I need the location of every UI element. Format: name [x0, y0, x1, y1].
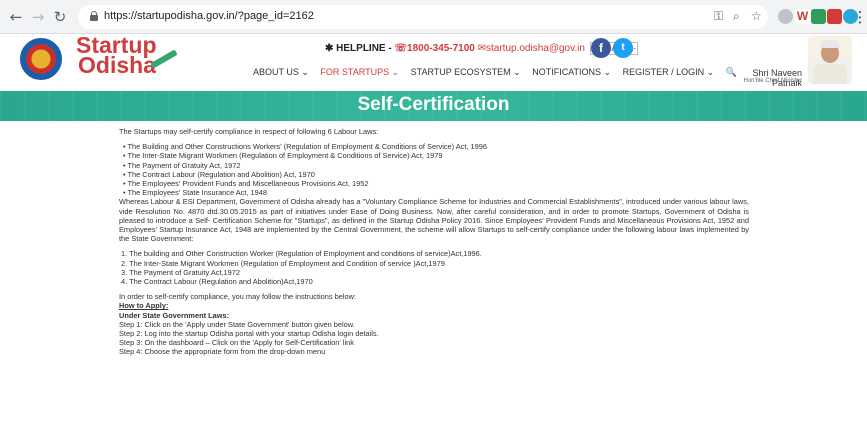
- helpline-label: ✱ HELPLINE -: [325, 43, 392, 54]
- nav-about-us[interactable]: ABOUT US ⌄: [253, 67, 309, 77]
- list-item: 2. The Inter-State Migrant Workmen (Regu…: [121, 258, 445, 268]
- list-item: The Inter-State Migrant Workmen (Regulat…: [123, 151, 749, 160]
- browser-toolbar: ← → ↻ https://startupodisha.gov.in/?page…: [0, 0, 867, 34]
- twitter-icon[interactable]: t: [613, 38, 633, 58]
- step-4: Step 4: Choose the appropriate form from…: [119, 347, 326, 357]
- zoom-icon[interactable]: ⌕: [733, 9, 740, 23]
- cm-photo: [808, 36, 852, 84]
- page-title: Self-Certification: [357, 94, 510, 115]
- bookmark-star-icon[interactable]: ☆: [751, 9, 762, 23]
- extension-green-icon[interactable]: [811, 9, 826, 24]
- extension-icon[interactable]: [778, 9, 793, 24]
- intro-text: The Startups may self-certify compliance…: [119, 127, 379, 136]
- extension-w-icon[interactable]: W: [795, 9, 810, 24]
- list-item: The Employees' State Insurance Act, 1948: [123, 188, 749, 197]
- logo-line2: Odisha: [78, 52, 156, 78]
- list-item: The Employees' Provident Funds and Misce…: [123, 179, 749, 188]
- key-icon[interactable]: ⚿: [714, 9, 723, 23]
- page-banner: Self-Certification: [0, 91, 867, 121]
- address-bar[interactable]: https://startupodisha.gov.in/?page_id=21…: [78, 5, 768, 29]
- main-content: The Startups may self-certify compliance…: [119, 127, 749, 357]
- main-nav: ABOUT US ⌄ FOR STARTUPS ⌄ STARTUP ECOSYS…: [253, 67, 746, 78]
- labour-laws-list: The Building and Other Constructions Wor…: [123, 142, 749, 197]
- whereas-paragraph: Whereas Labour & ESI Department, Governm…: [119, 197, 749, 244]
- back-button[interactable]: ←: [8, 9, 24, 25]
- list-item: 1. The building and Other Construction W…: [121, 249, 482, 259]
- step-3: Step 3: On the dashboard – Click on the …: [119, 338, 354, 348]
- list-item: The Contract Labour (Regulation and Abol…: [123, 170, 749, 179]
- menu-icon[interactable]: ⋮: [852, 9, 867, 25]
- reload-button[interactable]: ↻: [52, 9, 68, 25]
- state-laws-list: 1. The building and Other Construction W…: [121, 249, 749, 286]
- list-item: The Building and Other Constructions Wor…: [123, 142, 749, 151]
- site-header: Startup Odisha ✱ HELPLINE - ☏1800-345-71…: [0, 34, 867, 90]
- helpline-email[interactable]: ✉startup.odisha@gov.in: [478, 43, 585, 54]
- url-text[interactable]: https://startupodisha.gov.in/?page_id=21…: [104, 10, 314, 22]
- step-2: Step 2: Log into the startup Odisha port…: [119, 329, 379, 339]
- helpline-phone[interactable]: ☏1800-345-7100: [395, 43, 475, 54]
- list-item: 4. The Contract Labour (Regulation and A…: [121, 277, 313, 287]
- list-item: The Payment of Gratuity Act, 1972: [123, 161, 749, 170]
- extension-red-icon[interactable]: [827, 9, 842, 24]
- facebook-icon[interactable]: f: [591, 38, 611, 58]
- lock-icon[interactable]: [90, 11, 98, 21]
- nav-notifications[interactable]: NOTIFICATIONS ⌄: [532, 67, 611, 77]
- step-1: Step 1: Click on the 'Apply under State …: [119, 319, 355, 329]
- forward-button[interactable]: →: [30, 9, 46, 25]
- nav-for-startups[interactable]: FOR STARTUPS ⌄: [320, 67, 399, 77]
- odisha-emblem-icon: [20, 38, 62, 80]
- under-state-heading: Under State Government Laws:: [119, 310, 230, 320]
- list-item: 3. The Payment of Gratuity Act,1972: [121, 267, 241, 277]
- instructions-intro: In order to self-certify compliance, you…: [119, 292, 357, 302]
- cm-title: Hon'ble Chief Minister: [743, 78, 802, 84]
- how-to-apply-heading: How to Apply:: [119, 301, 169, 311]
- nav-register-login[interactable]: REGISTER / LOGIN ⌄: [623, 67, 715, 77]
- site-logo[interactable]: Startup Odisha: [76, 34, 157, 78]
- nav-startup-ecosystem[interactable]: STARTUP ECOSYSTEM ⌄: [411, 67, 521, 77]
